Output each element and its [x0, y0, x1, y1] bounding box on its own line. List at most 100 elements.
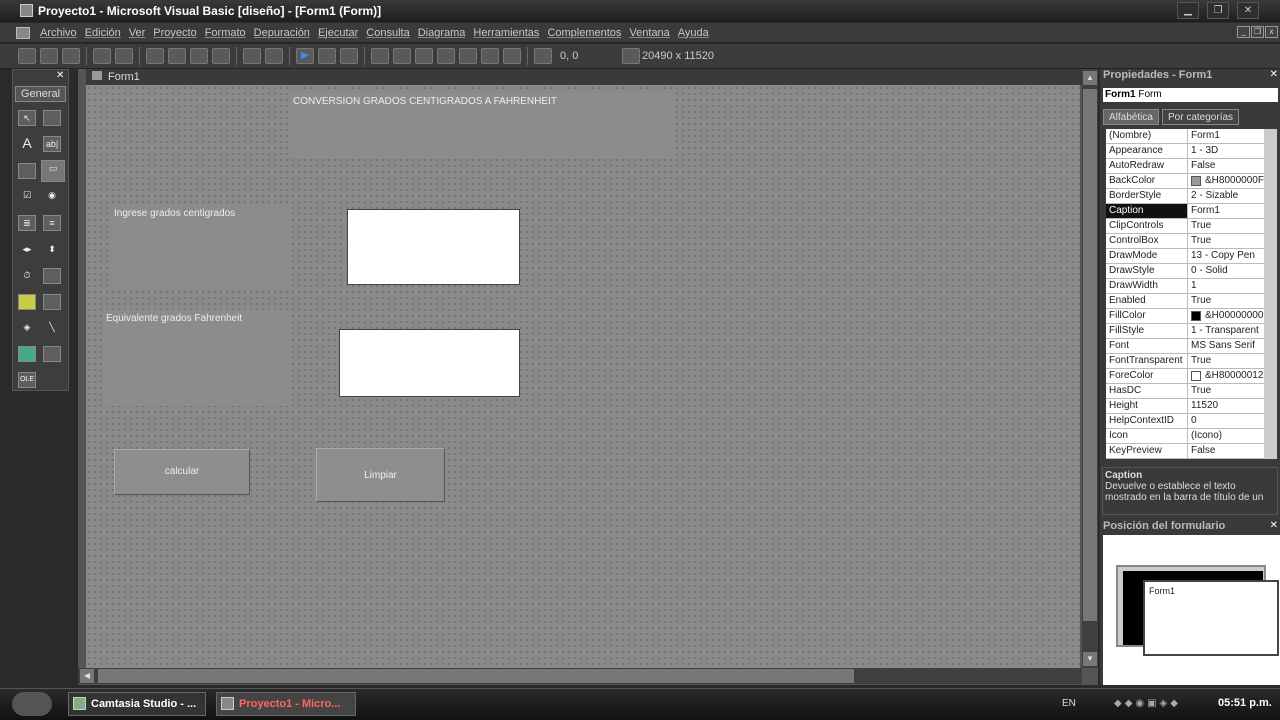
save-icon[interactable] — [115, 48, 133, 64]
menu-herramientas[interactable]: Herramientas — [469, 27, 543, 39]
property-row[interactable]: FillColor &H00000000 — [1106, 309, 1264, 324]
stop-icon[interactable] — [340, 48, 358, 64]
property-value[interactable]: &H00000000 — [1188, 309, 1264, 323]
property-row[interactable]: Appearance 1 - 3D — [1106, 144, 1264, 159]
picturebox-tool-icon[interactable] — [43, 110, 61, 126]
object-browser-icon[interactable] — [437, 48, 455, 64]
property-row[interactable]: FillStyle 1 - Transparent — [1106, 324, 1264, 339]
property-row[interactable]: ControlBox True — [1106, 234, 1264, 249]
image-tool-icon[interactable] — [18, 346, 36, 362]
celsius-textbox[interactable] — [347, 209, 520, 285]
property-value[interactable]: 1 - 3D — [1188, 144, 1264, 158]
dirlistbox-tool-icon[interactable] — [18, 294, 36, 310]
menu-editor-icon[interactable] — [62, 48, 80, 64]
vscrollbar-tool-icon[interactable]: ⬍ — [43, 242, 61, 258]
property-value[interactable]: True — [1188, 354, 1264, 368]
property-value[interactable]: True — [1188, 384, 1264, 398]
form-design-surface[interactable]: CONVERSION GRADOS CENTIGRADOS A FAHRENHE… — [86, 85, 1080, 668]
horizontal-scrollbar[interactable]: ◀ — [78, 668, 1082, 684]
pause-icon[interactable] — [318, 48, 336, 64]
menu-consulta[interactable]: Consulta — [362, 27, 413, 39]
filelistbox-tool-icon[interactable] — [43, 294, 61, 310]
menu-ejecutar[interactable]: Ejecutar — [314, 27, 362, 39]
property-value[interactable]: 1 - Transparent — [1188, 324, 1264, 338]
property-row[interactable]: Height 11520 — [1106, 399, 1264, 414]
menu-edicion[interactable]: Edición — [81, 27, 125, 39]
tab-alfabetica[interactable]: Alfabética — [1103, 109, 1159, 125]
textbox-tool-icon[interactable]: ab| — [43, 136, 61, 152]
form-icon[interactable] — [16, 26, 30, 39]
tab-por-categorias[interactable]: Por categorías — [1162, 109, 1240, 125]
property-row[interactable]: Enabled True — [1106, 294, 1264, 309]
ole-tool-icon[interactable]: OLE — [18, 372, 36, 388]
property-value[interactable]: &H8000000F — [1188, 174, 1264, 188]
properties-window-icon[interactable] — [393, 48, 411, 64]
data-tool-icon[interactable] — [43, 346, 61, 362]
form-window-titlebar[interactable]: Form1 — [86, 69, 1098, 85]
property-row[interactable]: ForeColor &H80000012 — [1106, 369, 1264, 384]
calcular-button[interactable]: calcular — [114, 449, 250, 495]
component-manager-icon[interactable] — [503, 48, 521, 64]
property-value[interactable]: Form1 — [1188, 204, 1264, 218]
listbox-tool-icon[interactable]: ≡ — [43, 215, 61, 231]
property-value[interactable]: False — [1188, 444, 1264, 458]
vertical-scrollbar[interactable]: ▲ ▼ — [1082, 69, 1098, 668]
close-button[interactable]: ✕ — [1237, 2, 1259, 19]
menu-ver[interactable]: Ver — [125, 27, 150, 39]
property-value[interactable]: True — [1188, 219, 1264, 233]
property-value[interactable]: 0 - Solid — [1188, 264, 1264, 278]
open-icon[interactable] — [93, 48, 111, 64]
menu-ayuda[interactable]: Ayuda — [674, 27, 713, 39]
data-view-icon[interactable] — [481, 48, 499, 64]
optionbutton-tool-icon[interactable]: ◉ — [43, 188, 61, 204]
property-value[interactable]: &H80000012 — [1188, 369, 1264, 383]
toolbox-icon[interactable] — [459, 48, 477, 64]
combobox-tool-icon[interactable]: ≣ — [18, 215, 36, 231]
celsius-label[interactable]: Ingrese grados centigrados — [111, 205, 291, 289]
property-value[interactable]: Form1 — [1188, 129, 1264, 143]
property-row[interactable]: HelpContextID 0 — [1106, 414, 1264, 429]
property-row[interactable]: DrawMode 13 - Copy Pen — [1106, 249, 1264, 264]
mdi-close-button[interactable]: x — [1265, 26, 1278, 38]
property-row[interactable]: KeyPreview False — [1106, 444, 1264, 459]
form-preview[interactable]: Form1 — [1143, 580, 1279, 656]
add-form-icon[interactable] — [40, 48, 58, 64]
shape-tool-icon[interactable]: ◈ — [18, 320, 36, 336]
heading-label[interactable]: CONVERSION GRADOS CENTIGRADOS A FAHRENHE… — [290, 93, 674, 159]
property-row[interactable]: AutoRedraw False — [1106, 159, 1264, 174]
toolbox-close-icon[interactable]: ✕ — [56, 71, 66, 81]
form-position-close-icon[interactable]: ✕ — [1270, 520, 1278, 531]
property-grid-scrollbar[interactable] — [1264, 129, 1277, 459]
property-row[interactable]: FontTransparent True — [1106, 354, 1264, 369]
undo-icon[interactable] — [243, 48, 261, 64]
properties-close-icon[interactable]: ✕ — [1270, 69, 1278, 80]
hscrollbar-tool-icon[interactable]: ◂▸ — [18, 242, 36, 258]
tray-icons[interactable]: ◆◆◉▣◈◆ — [1114, 698, 1181, 709]
task-vb-project[interactable]: Proyecto1 - Micro... — [216, 692, 356, 716]
property-row[interactable]: Caption Form1 — [1106, 204, 1264, 219]
property-value[interactable]: (Icono) — [1188, 429, 1264, 443]
commandbutton-tool-icon[interactable]: ▭ — [41, 160, 65, 182]
menu-formato[interactable]: Formato — [201, 27, 250, 39]
fahrenheit-label[interactable]: Equivalente grados Fahrenheit — [103, 310, 291, 406]
object-selector[interactable]: Form1 Form — [1103, 88, 1278, 102]
property-row[interactable]: Font MS Sans Serif — [1106, 339, 1264, 354]
fahrenheit-textbox[interactable] — [339, 329, 520, 397]
maximize-button[interactable]: ❐ — [1207, 2, 1229, 19]
property-value[interactable]: MS Sans Serif — [1188, 339, 1264, 353]
property-value[interactable]: 1 — [1188, 279, 1264, 293]
menu-diagrama[interactable]: Diagrama — [414, 27, 470, 39]
property-row[interactable]: ClipControls True — [1106, 219, 1264, 234]
frame-tool-icon[interactable] — [18, 163, 36, 179]
scroll-left-icon[interactable]: ◀ — [80, 669, 94, 683]
timer-tool-icon[interactable]: ⏱ — [18, 268, 36, 284]
language-indicator[interactable]: EN — [1062, 698, 1076, 709]
copy-icon[interactable] — [168, 48, 186, 64]
menu-archivo[interactable]: Archivo — [36, 27, 81, 39]
task-camtasia[interactable]: Camtasia Studio - ... — [68, 692, 206, 716]
run-icon[interactable]: ▶ — [296, 48, 314, 64]
property-value[interactable]: 13 - Copy Pen — [1188, 249, 1264, 263]
line-tool-icon[interactable]: ╲ — [43, 320, 61, 336]
property-row[interactable]: BorderStyle 2 - Sizable — [1106, 189, 1264, 204]
property-row[interactable]: (Nombre) Form1 — [1106, 129, 1264, 144]
